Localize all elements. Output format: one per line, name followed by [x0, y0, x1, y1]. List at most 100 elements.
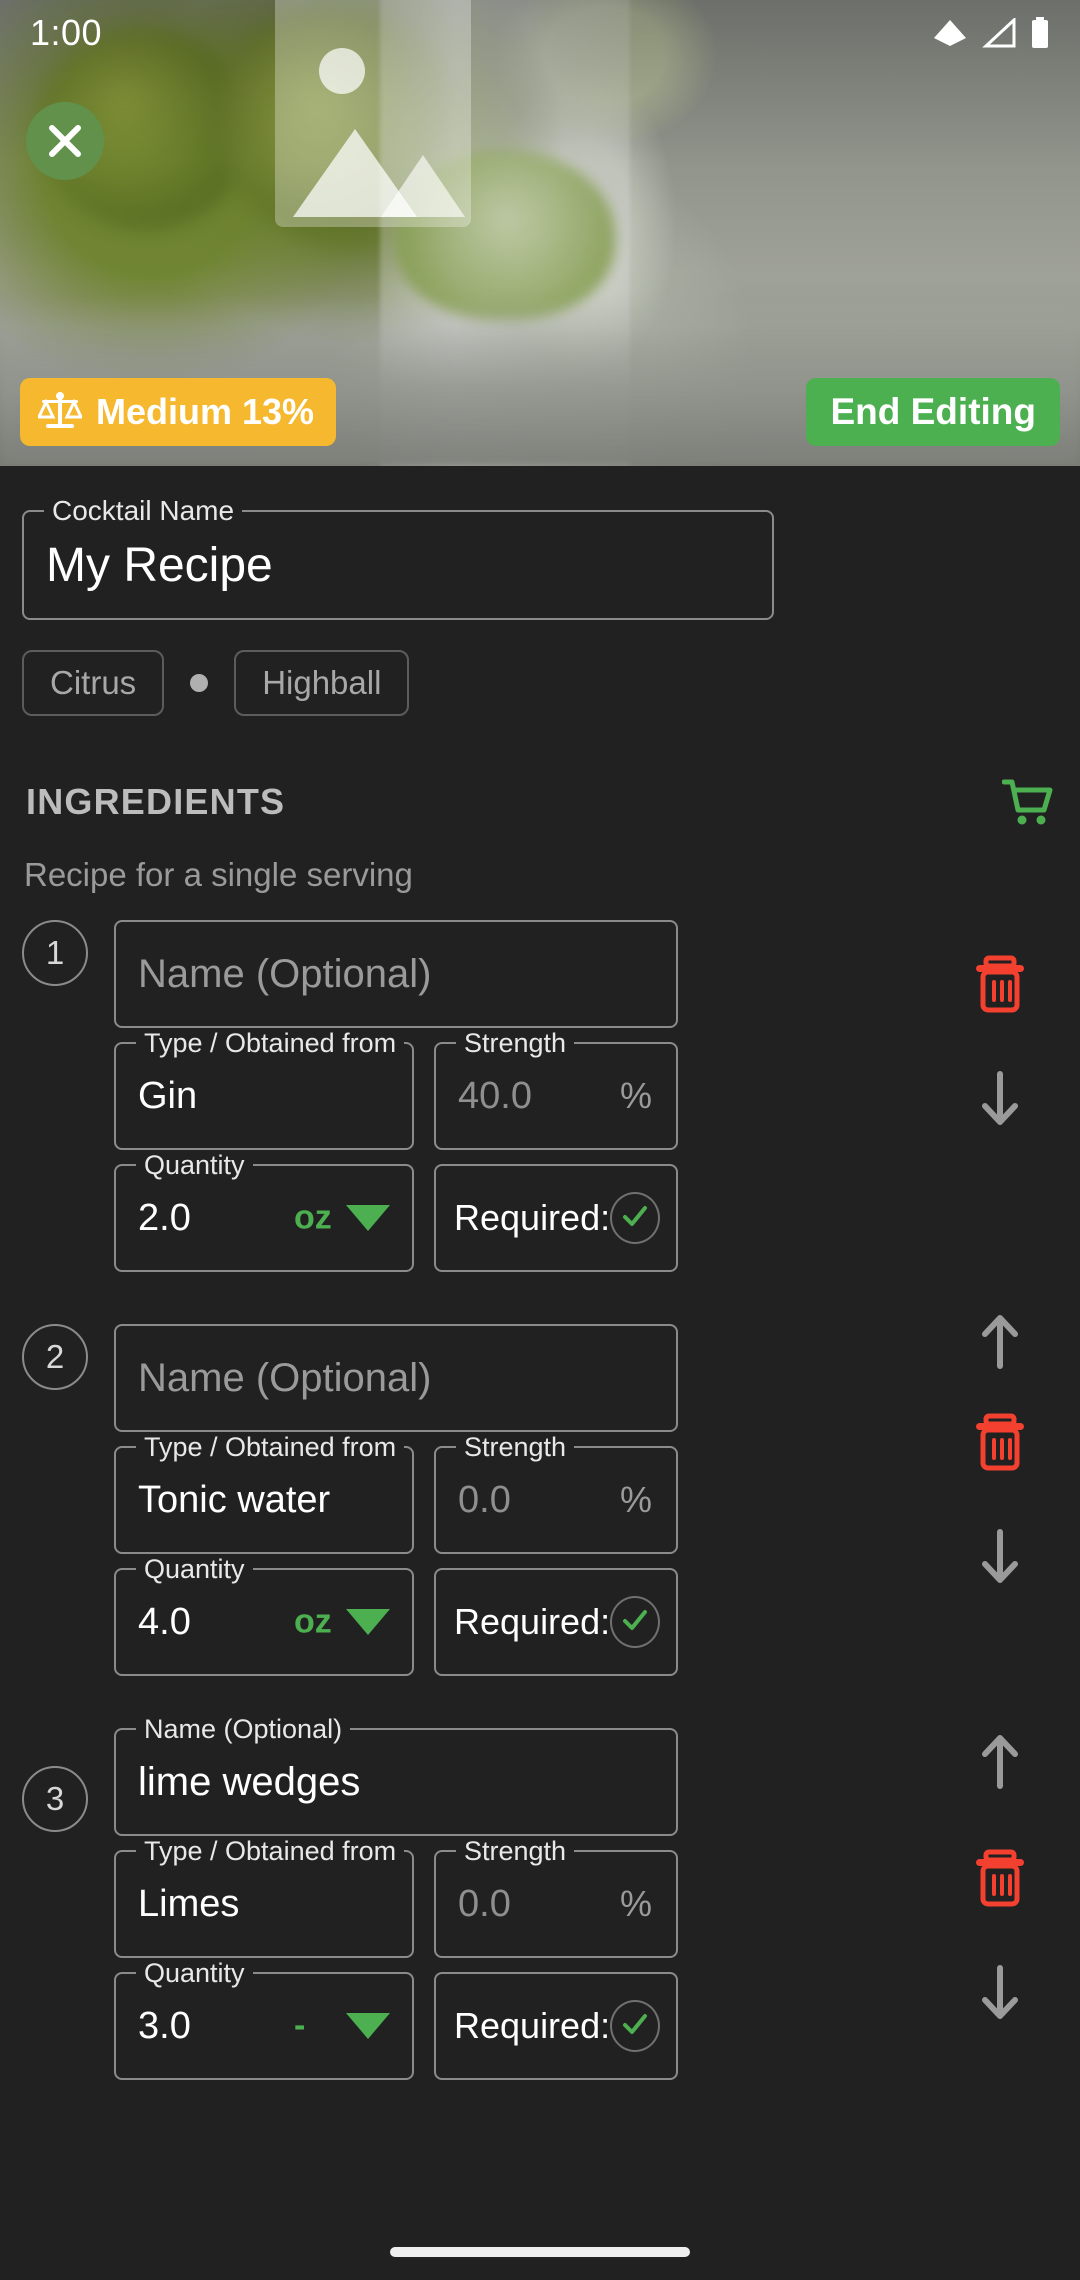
end-editing-button[interactable]: End Editing	[806, 378, 1060, 446]
move-up-icon	[978, 1315, 1022, 1373]
strength-badge[interactable]: Medium 13%	[20, 378, 337, 446]
required-label: Required:	[454, 2005, 611, 2046]
ingredient-list: 1 Name (Optional) Type / Obtained from G…	[0, 920, 1080, 2094]
ingredient-strength-label: Strength	[456, 1028, 575, 1058]
ingredient-strength-field[interactable]: Strength 40.0 %	[434, 1028, 678, 1150]
ingredient-type-label: Type / Obtained from	[136, 1836, 405, 1866]
ingredient-name-placeholder: Name (Optional)	[138, 1355, 432, 1400]
delete-ingredient-button[interactable]	[974, 1412, 1026, 1472]
ingredient-type-value: Tonic water	[138, 1478, 331, 1521]
ingredient-type-value: Gin	[138, 1074, 198, 1117]
move-down-button[interactable]	[978, 1528, 1022, 1586]
shopping-cart-icon	[1001, 779, 1054, 829]
cocktail-name-value: My Recipe	[46, 538, 273, 592]
move-up-button[interactable]	[978, 1312, 1022, 1370]
cocktail-name-label: Cocktail Name	[44, 496, 243, 526]
tag-chip-highball[interactable]: Highball	[234, 650, 410, 716]
app-screen: 1:00 Medium 13% End Editing Cocktail Nam…	[0, 0, 1080, 2280]
tag-separator-dot	[190, 674, 209, 692]
ingredient-actions	[920, 1315, 1080, 1690]
ingredient-unit-value: oz	[294, 1198, 332, 1237]
ingredient-index: 1	[22, 920, 88, 986]
ingredient-name-field[interactable]: Name (Optional)	[114, 920, 678, 1028]
required-label: Required:	[454, 1601, 611, 1642]
wifi-icon	[932, 18, 968, 48]
status-bar-time: 1:00	[30, 12, 103, 53]
ingredient-row: 2 Name (Optional) Type / Obtained from T…	[0, 1315, 1080, 1690]
unit-dropdown-caret-icon[interactable]	[346, 2013, 390, 2039]
ingredient-strength-label: Strength	[456, 1432, 575, 1462]
ingredient-name-label: Name (Optional)	[136, 1714, 351, 1744]
recipe-tags: Citrus Highball	[22, 650, 1080, 716]
move-up-button[interactable]	[978, 1732, 1022, 1790]
ingredient-row: 1 Name (Optional) Type / Obtained from G…	[0, 920, 1080, 1286]
ingredient-type-value: Limes	[138, 1882, 240, 1925]
ingredient-quantity-label: Quantity	[136, 1150, 253, 1180]
move-down-button[interactable]	[978, 1964, 1022, 2022]
ingredient-quantity-label: Quantity	[136, 1958, 253, 1988]
ingredient-required-field[interactable]: Required:	[434, 1568, 678, 1676]
delete-icon	[974, 1413, 1026, 1475]
ingredients-header: INGREDIENTS	[26, 778, 1054, 826]
strength-badge-label: Medium 13%	[96, 391, 315, 432]
home-indicator[interactable]	[390, 2247, 690, 2257]
ingredient-fields: Name (Optional) Type / Obtained from Ton…	[114, 1324, 678, 1690]
delete-icon	[974, 1849, 1026, 1911]
ingredient-unit-value: -	[294, 2006, 306, 2045]
tag-chip-citrus[interactable]: Citrus	[22, 650, 165, 716]
ingredient-index: 3	[22, 1766, 88, 1832]
ingredient-actions	[920, 920, 1080, 1286]
ingredient-quantity-field[interactable]: Quantity 4.0 oz	[114, 1554, 414, 1676]
ingredient-type-label: Type / Obtained from	[136, 1432, 405, 1462]
delete-ingredient-button[interactable]	[974, 954, 1026, 1014]
ingredient-required-field[interactable]: Required:	[434, 1972, 678, 2080]
ingredient-name-field[interactable]: Name (Optional)	[114, 1324, 678, 1432]
check-icon	[619, 1200, 651, 1237]
delete-ingredient-button[interactable]	[974, 1848, 1026, 1908]
tag-chip-label: Citrus	[50, 664, 137, 701]
cellular-signal-icon	[982, 18, 1016, 48]
close-icon	[45, 121, 85, 161]
ingredient-index: 2	[22, 1324, 88, 1390]
status-bar-icons	[932, 17, 1050, 49]
ingredient-strength-label: Strength	[456, 1836, 575, 1866]
status-bar: 1:00	[0, 0, 1080, 66]
required-checkbox[interactable]	[610, 2000, 660, 2052]
battery-icon	[1030, 17, 1050, 49]
ingredient-strength-field[interactable]: Strength 0.0 %	[434, 1432, 678, 1554]
ingredient-strength-field[interactable]: Strength 0.0 %	[434, 1836, 678, 1958]
cocktail-name-field[interactable]: Cocktail Name My Recipe	[22, 496, 774, 620]
required-checkbox[interactable]	[610, 1192, 660, 1244]
ingredient-fields: Name (Optional) Type / Obtained from Gin…	[114, 920, 678, 1286]
required-label: Required:	[454, 1197, 611, 1238]
move-down-icon	[978, 1071, 1022, 1131]
ingredient-fields: Name (Optional) lime wedges Type / Obtai…	[114, 1714, 678, 2094]
ingredients-subtitle: Recipe for a single serving	[24, 856, 413, 893]
delete-icon	[974, 955, 1026, 1017]
ingredient-type-field[interactable]: Type / Obtained from Limes	[114, 1836, 414, 1958]
image-placeholder-mountain-small	[381, 155, 465, 217]
tag-chip-label: Highball	[262, 664, 382, 701]
ingredient-type-field[interactable]: Type / Obtained from Gin	[114, 1028, 414, 1150]
recipe-form: Cocktail Name My Recipe Citrus Highball …	[0, 496, 1080, 2094]
required-checkbox[interactable]	[610, 1596, 660, 1648]
percent-suffix: %	[619, 1075, 652, 1116]
move-down-icon	[978, 1965, 1022, 2025]
close-button[interactable]	[26, 102, 104, 180]
ingredient-unit-value: oz	[294, 1602, 332, 1641]
balance-scale-icon	[36, 391, 84, 434]
ingredient-type-label: Type / Obtained from	[136, 1028, 405, 1058]
ingredient-name-placeholder: Name (Optional)	[138, 951, 432, 996]
unit-dropdown-caret-icon[interactable]	[346, 1609, 390, 1635]
ingredient-type-field[interactable]: Type / Obtained from Tonic water	[114, 1432, 414, 1554]
move-down-button[interactable]	[978, 1070, 1022, 1128]
ingredient-quantity-field[interactable]: Quantity 2.0 oz	[114, 1150, 414, 1272]
percent-suffix: %	[619, 1479, 652, 1520]
ingredient-required-field[interactable]: Required:	[434, 1164, 678, 1272]
unit-dropdown-caret-icon[interactable]	[346, 1205, 390, 1231]
ingredient-quantity-field[interactable]: Quantity 3.0 -	[114, 1958, 414, 2080]
shopping-cart-button[interactable]	[1001, 778, 1054, 829]
ingredient-name-field[interactable]: Name (Optional) lime wedges	[114, 1714, 678, 1836]
check-icon	[619, 1604, 651, 1641]
ingredient-actions	[920, 1728, 1080, 2094]
